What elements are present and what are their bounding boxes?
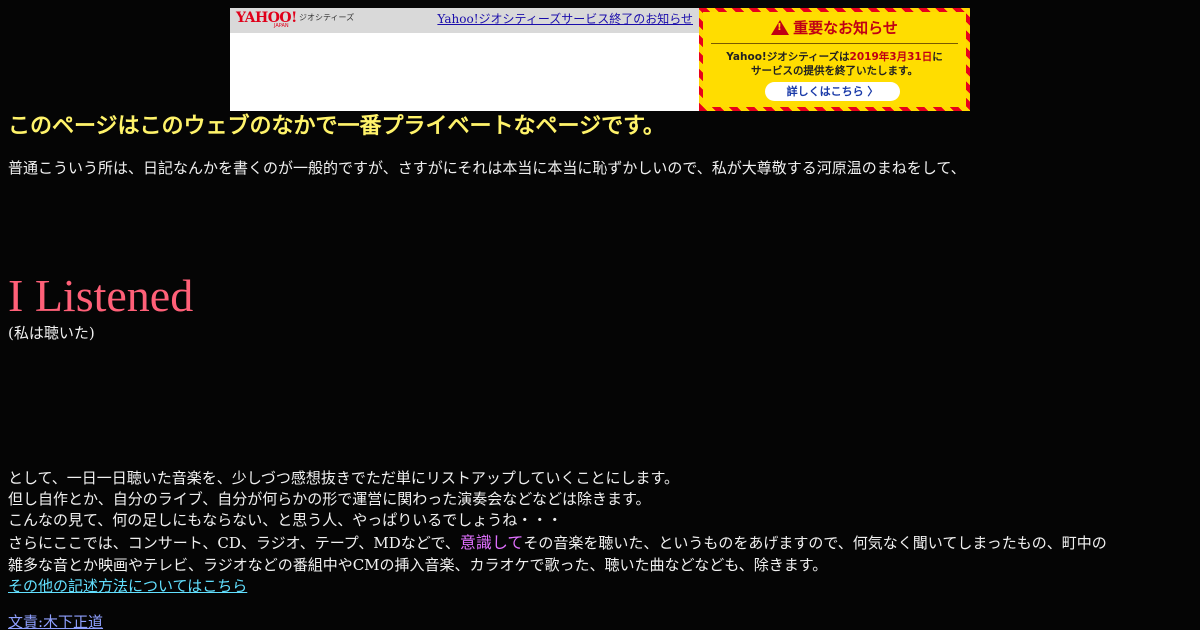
notice-line1-post: に xyxy=(932,51,943,63)
page-title: I Listened xyxy=(8,270,194,321)
notice-line2: サービスの提供を終了いたします。 xyxy=(751,65,918,77)
paragraph-3: こんなの見て、何の足しにもならない、と思う人、やっぱりいるでしょうね・・・ xyxy=(8,511,563,529)
warning-icon xyxy=(771,20,790,35)
important-notice-box[interactable]: 重要なお知らせ Yahoo!ジオシティーズは2019年3月31日に サービスの提… xyxy=(699,8,970,111)
paragraph-1: として、一日一日聴いた音楽を、少しづつ感想抜きでただ単にリストアップしていくこと… xyxy=(8,469,679,487)
author-link[interactable]: 文責:木下正道 xyxy=(8,613,103,630)
page-subtitle: (私は聴いた) xyxy=(8,324,95,342)
other-methods-line: その他の記述方法についてはこちら xyxy=(8,576,247,596)
paragraph-4-post: その音楽を聴いた、というものをあげますので、何気なく聞いてしまったもの、町中の xyxy=(523,534,1107,552)
page-headline: このページはこのウェブのなかで一番プライベートなページです。 xyxy=(8,114,665,139)
notice-line1-pre: Yahoo!ジオシティーズは xyxy=(726,51,850,63)
notice-end-date: 2019年3月31日 xyxy=(849,51,933,63)
notice-divider xyxy=(711,43,958,44)
banner-header-bar: YAHOO! JAPAN ジオシティーズ Yahoo!ジオシティーズサービス終了… xyxy=(230,8,699,33)
notice-body: Yahoo!ジオシティーズは2019年3月31日に サービスの提供を終了いたしま… xyxy=(703,50,966,78)
intro-text: 普通こういう所は、日記なんかを書くのが一般的ですが、さすがにそれは本当に本当に恥… xyxy=(8,159,966,177)
service-end-link[interactable]: Yahoo!ジオシティーズサービス終了のお知らせ xyxy=(437,12,693,26)
yahoo-logo-sub: JAPAN xyxy=(274,23,289,29)
notice-inner: 重要なお知らせ Yahoo!ジオシティーズは2019年3月31日に サービスの提… xyxy=(703,12,966,107)
other-methods-link[interactable]: その他の記述方法についてはこちら xyxy=(8,577,247,595)
emphasis-conscious: 意識して xyxy=(459,533,524,552)
notice-details-button[interactable]: 詳しくはこちら 〉 xyxy=(765,82,900,101)
paragraph-4-pre: さらにここでは、コンサート、CD、ラジオ、テープ、MDなどで、 xyxy=(8,534,460,552)
geocities-banner: YAHOO! JAPAN ジオシティーズ Yahoo!ジオシティーズサービス終了… xyxy=(230,8,970,111)
geocities-label: ジオシティーズ xyxy=(299,13,355,22)
paragraph-2: 但し自作とか、自分のライブ、自分が何らかの形で運営に関わった演奏会などなどは除き… xyxy=(8,490,651,508)
notice-heading-text: 重要なお知らせ xyxy=(793,19,898,37)
notice-heading: 重要なお知らせ xyxy=(703,18,966,37)
author-line: 文責:木下正道 xyxy=(8,612,103,630)
paragraph-5: 雑多な音とか映画やテレビ、ラジオなどの番組中やCMの挿入音楽、カラオケで歌った、… xyxy=(8,556,828,574)
paragraph-4: さらにここでは、コンサート、CD、ラジオ、テープ、MDなどで、意識してその音楽を… xyxy=(8,533,1107,553)
